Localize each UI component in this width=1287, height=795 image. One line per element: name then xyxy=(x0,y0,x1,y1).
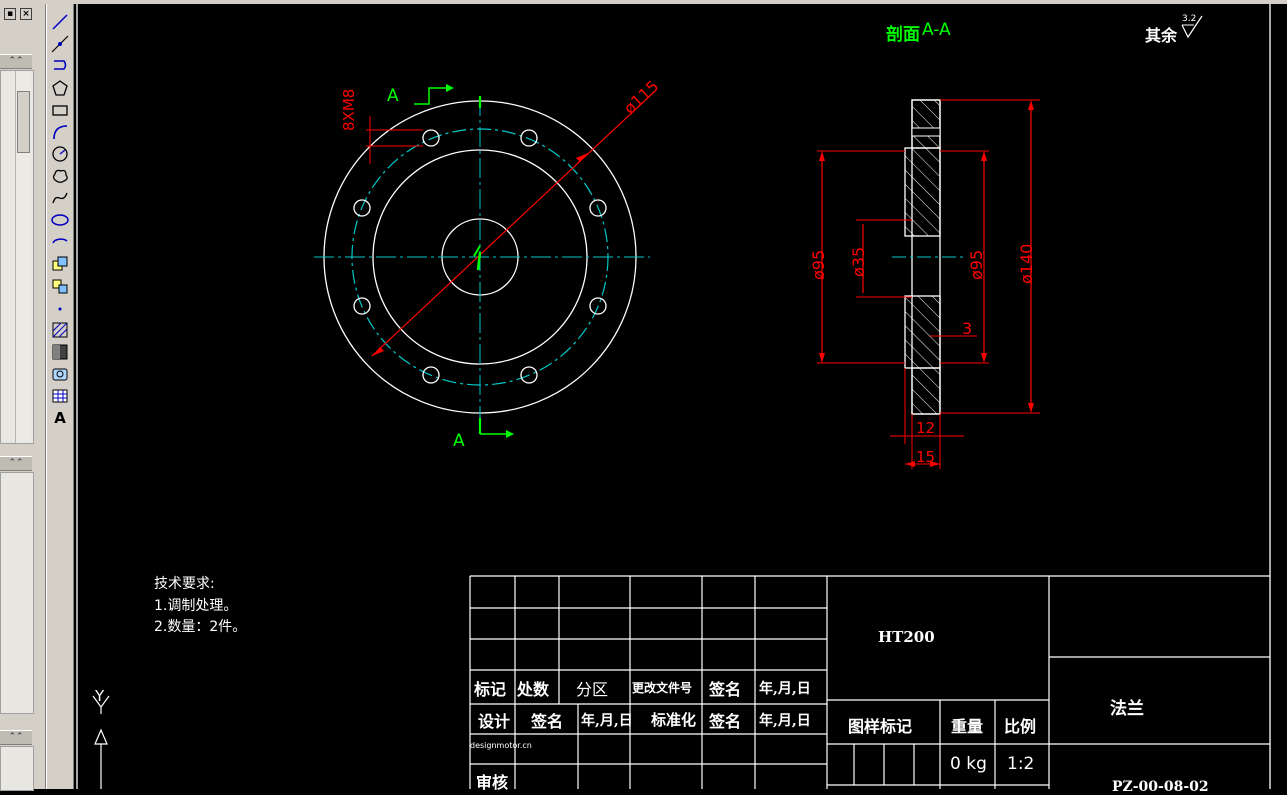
ucs-icon xyxy=(92,695,110,789)
tech-req-item-2: 2.数量：2件。 xyxy=(154,619,247,635)
tb-weight-value: 0 kg xyxy=(950,754,987,774)
tech-req-title: 技术要求: xyxy=(154,576,215,592)
tech-req-item-1: 1.调制处理。 xyxy=(154,598,238,614)
tb-design: 设计 xyxy=(478,712,511,731)
panel-autohide-button[interactable]: ▪ xyxy=(4,8,16,20)
rectangle-icon[interactable] xyxy=(50,100,70,120)
table-icon[interactable] xyxy=(50,386,70,406)
circle-icon[interactable] xyxy=(50,144,70,164)
spline-icon[interactable] xyxy=(50,188,70,208)
revision-cloud-icon[interactable] xyxy=(50,166,70,186)
polygon-icon[interactable] xyxy=(50,78,70,98)
panel-scrollbar[interactable] xyxy=(15,71,30,443)
tb-count: 处数 xyxy=(517,680,550,699)
tb-website: designmotor.cn xyxy=(470,741,532,750)
arc-icon[interactable] xyxy=(50,122,70,142)
section-title-suffix: A-A xyxy=(922,20,951,40)
section-view xyxy=(817,99,1040,469)
tb-date-1: 年,月,日 xyxy=(759,681,811,697)
make-block-icon[interactable] xyxy=(50,276,70,296)
hatch-icon[interactable] xyxy=(50,320,70,340)
drawing-canvas[interactable]: 剖面 A-A 其余 3.2 A A 8XM8 ø115 ø95 ø35 ø95 … xyxy=(74,4,1287,795)
dim-pcd-line xyxy=(371,91,655,357)
insert-block-icon[interactable] xyxy=(50,254,70,274)
tb-mark: 标记 xyxy=(474,680,507,699)
tb-part-name: 法兰 xyxy=(1110,699,1144,719)
dim-d95-right: ø95 xyxy=(967,249,986,280)
construction-line-icon[interactable] xyxy=(50,34,70,54)
panel-section-collapse-3[interactable]: ⌃⌃ xyxy=(0,730,32,745)
tb-scale-label: 比例 xyxy=(1004,717,1037,736)
tb-review: 审核 xyxy=(476,773,509,792)
ellipse-arc-icon[interactable] xyxy=(50,232,70,252)
tb-zone: 分区 xyxy=(576,680,609,699)
panel-scroll-thumb[interactable] xyxy=(17,91,30,153)
panel-section-2 xyxy=(0,472,34,714)
dim-15: 15 xyxy=(916,448,936,466)
dim-d140: ø140 xyxy=(1017,243,1036,284)
cad-drawing xyxy=(76,4,1271,789)
region-icon[interactable] xyxy=(50,364,70,384)
tb-sign-3: 签名 xyxy=(709,712,742,731)
tb-date-2: 年,月,日 xyxy=(581,713,633,729)
tb-change-doc: 更改文件号 xyxy=(632,681,693,695)
tb-weight-label: 重量 xyxy=(951,717,984,736)
tb-drawing-no: PZ-00-08-02 xyxy=(1112,779,1209,795)
tb-sign-2: 签名 xyxy=(531,712,564,731)
dim-3: 3 xyxy=(962,319,973,338)
text-tool-button[interactable]: A xyxy=(50,408,70,428)
surface-note-label: 其余 xyxy=(1145,26,1178,45)
point-icon[interactable] xyxy=(50,298,70,318)
dim-d35: ø35 xyxy=(849,246,868,277)
draw-toolbar: A xyxy=(46,4,74,789)
tb-date-3: 年,月,日 xyxy=(759,713,811,729)
gradient-icon[interactable] xyxy=(50,342,70,362)
cut-label-top: A xyxy=(387,86,399,106)
cut-label-bottom: A xyxy=(453,431,465,451)
panel-section-collapse-2[interactable]: ⌃⌃ xyxy=(0,456,32,471)
dim-d95-left: ø95 xyxy=(809,249,828,280)
tb-standardize: 标准化 xyxy=(651,711,697,729)
polyline-icon[interactable] xyxy=(50,56,70,76)
tb-scale-value: 1:2 xyxy=(1007,754,1035,774)
panel-close-button[interactable]: × xyxy=(20,8,32,20)
line-icon[interactable] xyxy=(50,12,70,32)
ellipse-icon[interactable] xyxy=(50,210,70,230)
surface-note-value: 3.2 xyxy=(1182,14,1197,24)
tb-material: HT200 xyxy=(878,628,935,646)
ucs-y-label: Y xyxy=(95,687,105,705)
dim-bolt-holes: 8XM8 xyxy=(340,88,358,131)
dim-12: 12 xyxy=(916,419,936,437)
panel-section-1 xyxy=(0,70,34,444)
tool-palettes-panel: ▪ × ⌃⌃ ⌃⌃ ⌃⌃ xyxy=(0,4,46,791)
panel-section-collapse-1[interactable]: ⌃⌃ xyxy=(0,54,32,69)
tb-pattern-mark: 图样标记 xyxy=(848,717,913,736)
tb-sign-1: 签名 xyxy=(709,680,742,699)
section-title-prefix: 剖面 xyxy=(886,25,920,45)
panel-section-3 xyxy=(0,746,34,791)
front-view xyxy=(314,84,655,438)
